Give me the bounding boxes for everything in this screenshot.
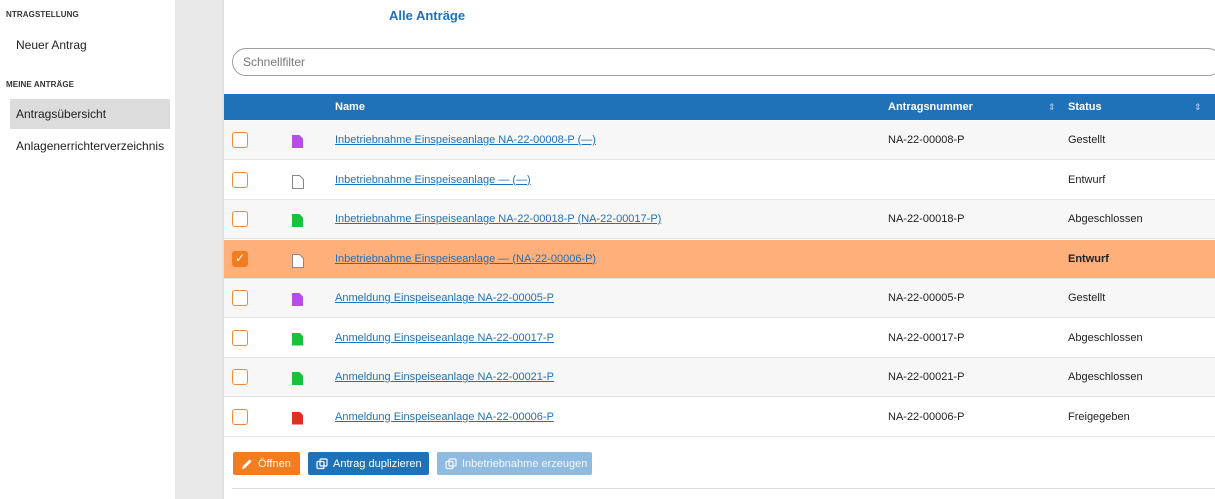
document-purple-icon [292,135,303,148]
status-text: Abgeschlossen [1068,371,1143,383]
column-header-status[interactable]: Status [1068,94,1102,120]
copy-icon [316,457,328,469]
pencil-icon [242,458,252,469]
status-text: Freigegeben [1068,410,1130,423]
duplicate-button[interactable]: Antrag duplizieren [308,452,429,475]
status-text: Gestellt [1068,292,1106,304]
application-name-link[interactable]: Anmeldung Einspeiseanlage NA-22-00017-P [335,319,554,358]
row-checkbox[interactable] [232,250,248,267]
row-checkbox[interactable] [232,329,248,346]
create-commissioning-button-label: Inbetriebnahme erzeugen [462,457,588,470]
application-name-link[interactable]: Anmeldung Einspeiseanlage NA-22-00005-P [335,279,554,318]
status-text: Abgeschlossen [1068,331,1143,344]
row-checkbox[interactable] [232,171,248,188]
application-name-link[interactable]: Anmeldung Einspeiseanlage NA-22-00006-P [335,398,554,437]
status-text: Gestellt [1068,134,1106,146]
sidebar-item-antragsuebersicht[interactable]: Antragsübersicht [10,99,170,129]
table-row[interactable]: Anmeldung Einspeiseanlage NA-22-00006-P N… [224,397,1215,437]
application-number: NA-22-00006-P [888,410,965,423]
sort-icon[interactable]: ⇕ [1048,101,1056,113]
application-number: NA-22-00008-P [888,134,965,146]
row-checkbox[interactable] [232,290,248,306]
application-name-link[interactable]: Inbetriebnahme Einspeiseanlage NA-22-000… [335,121,596,160]
sidebar-section-title-meine-antraege: MEINE ANTRÄGE [6,80,75,89]
application-number: NA-22-00005-P [888,292,965,304]
table-row[interactable]: Anmeldung Einspeiseanlage NA-22-00021-P N… [224,358,1215,397]
row-checkbox[interactable] [232,408,248,425]
document-green-icon [292,214,303,227]
row-checkbox[interactable] [232,211,248,227]
row-checkbox[interactable] [232,132,248,148]
application-number: NA-22-00017-P [888,331,965,344]
quick-filter-input[interactable] [232,48,1215,76]
column-header-name[interactable]: Name [335,94,365,120]
application-name-link[interactable]: Anmeldung Einspeiseanlage NA-22-00021-P [335,358,554,397]
application-number: NA-22-00018-P [888,213,965,225]
table-row[interactable]: Inbetriebnahme Einspeiseanlage — (—) Entw… [224,160,1215,200]
column-header-antragsnummer[interactable]: Antragsnummer [888,94,973,120]
status-text: Entwurf [1068,252,1109,265]
create-commissioning-button[interactable]: Inbetriebnahme erzeugen [437,452,592,475]
table-row[interactable]: Inbetriebnahme Einspeiseanlage NA-22-000… [224,200,1215,239]
duplicate-button-label: Antrag duplizieren [333,457,422,470]
application-name-link[interactable]: Inbetriebnahme Einspeiseanlage — (—) [335,161,531,200]
sidebar-section-title-antragstellung: NTRAGSTELLUNG [6,10,79,19]
sidebar-item-anlagenerrichterverzeichnis[interactable]: Anlagenerrichterverzeichnis [10,131,170,161]
copy-icon [445,457,457,469]
application-number: NA-22-00021-P [888,371,965,383]
table-header: Name Antragsnummer ⇕ Status ⇕ [224,94,1215,120]
document-green-icon [292,372,303,385]
table-row[interactable]: Inbetriebnahme Einspeiseanlage — (NA-22-… [224,239,1215,279]
sort-icon[interactable]: ⇕ [1194,101,1202,113]
status-text: Abgeschlossen [1068,213,1143,225]
divider [232,488,1215,489]
page-title: Alle Anträge [389,8,466,23]
open-button-label: Öffnen [258,457,291,470]
open-button[interactable]: Öffnen [233,452,300,475]
status-text: Entwurf [1068,173,1106,186]
application-name-link[interactable]: Inbetriebnahme Einspeiseanlage — (NA-22-… [335,240,596,279]
table-row[interactable]: Anmeldung Einspeiseanlage NA-22-00005-P N… [224,279,1215,318]
document-green-icon [292,332,303,346]
document-red-icon [292,411,303,425]
sidebar: NTRAGSTELLUNG Neuer Antrag MEINE ANTRÄGE… [0,0,175,499]
layout-gutter [175,0,222,499]
application-name-link[interactable]: Inbetriebnahme Einspeiseanlage NA-22-000… [335,200,661,239]
document-outline-icon [292,174,304,189]
table-row[interactable]: Inbetriebnahme Einspeiseanlage NA-22-000… [224,121,1215,160]
document-purple-icon [292,293,303,306]
document-outline-icon [292,253,304,268]
table-row[interactable]: Anmeldung Einspeiseanlage NA-22-00017-P N… [224,318,1215,358]
sidebar-item-neuer-antrag[interactable]: Neuer Antrag [10,30,170,60]
row-checkbox[interactable] [232,369,248,385]
